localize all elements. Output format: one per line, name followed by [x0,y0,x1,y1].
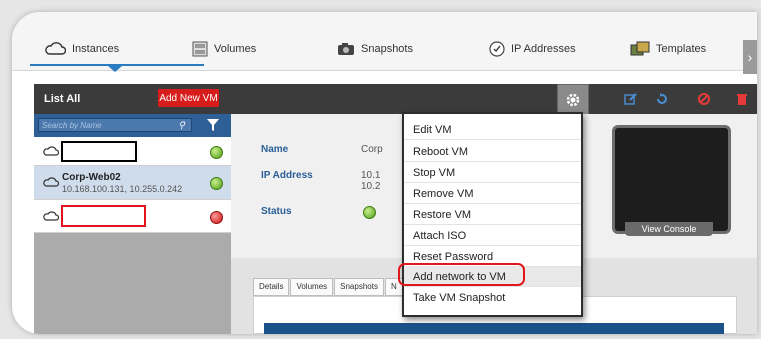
tab-templates[interactable]: Templates [630,40,706,58]
tab-volumes[interactable]: Volumes [192,40,256,58]
name-label: Name [261,144,289,155]
stop-button[interactable] [689,84,719,114]
menu-item-restore-vm[interactable]: Restore VM [404,205,581,225]
edit-icon [624,93,637,105]
tab-snapshots[interactable]: Snapshots [334,278,384,296]
chevron-right-icon: › [747,49,753,65]
search-icon[interactable]: ⚲ [178,120,185,131]
refresh-button[interactable] [647,84,677,114]
console-preview[interactable] [612,125,731,234]
vm-list-item[interactable] [34,137,231,166]
add-new-vm-button[interactable]: Add New VM [158,89,219,107]
trash-icon [737,94,747,105]
redacted-vm-name [61,141,137,162]
status-indicator-running [363,206,376,219]
ip-address-label: IP Address [261,170,313,181]
tab-instances[interactable]: Instances [44,40,119,58]
status-label: Status [261,206,292,217]
tab-label: Snapshots [361,43,413,55]
vm-list-panel: Search by Name ⚲ Corp-Web02 10.168.100.1… [34,114,241,334]
active-tab-caret [108,66,122,72]
menu-item-remove-vm[interactable]: Remove VM [404,184,581,204]
menu-item-stop-vm[interactable]: Stop VM [404,163,581,183]
tab-label: Volumes [214,43,257,55]
search-input[interactable]: Search by Name ⚲ [38,118,192,132]
edit-button[interactable] [616,84,646,114]
camera-icon [338,43,354,55]
app-window: Instances Volumes Snapshots IP Addresses… [12,12,757,334]
delete-button[interactable] [727,84,757,114]
cloud-icon [43,177,59,187]
tab-label: IP Addresses [511,43,576,55]
status-indicator-running [210,177,223,190]
status-indicator-stopped [210,211,223,224]
tab-scroll-right-button[interactable]: › [743,40,757,74]
status-indicator-running [210,146,223,159]
vm-name: Corp-Web02 [62,172,121,183]
toolbar: List All Add New VM [34,84,757,116]
search-row: Search by Name ⚲ [34,114,231,137]
cloud-icon [43,146,59,156]
tab-bar: Instances Volumes Snapshots IP Addresses… [12,12,757,74]
content-header-bar [264,323,724,334]
redacted-vm-name [61,205,146,227]
ip-address-value: 10.2 [361,181,381,192]
volume-icon [192,41,208,57]
stop-icon [698,93,710,105]
tab-details[interactable]: Details [253,278,290,296]
vm-ip: 10.168.100.131, 10.255.0.242 [62,184,183,194]
tab-snapshots[interactable]: Snapshots [337,40,413,58]
refresh-icon [657,93,667,104]
templates-icon [630,41,650,56]
vm-list-item[interactable] [34,200,231,233]
menu-item-edit-vm[interactable]: Edit VM [404,120,581,140]
tab-ip-addresses[interactable]: IP Addresses [489,40,576,58]
tab-label: Templates [656,43,707,55]
ip-address-value: 10.1 [361,170,381,181]
cloud-icon [43,211,59,221]
vm-list-item-selected[interactable]: Corp-Web02 10.168.100.131, 10.255.0.242 [34,166,241,200]
detail-tab-bar: Details Volumes Snapshots N [253,278,404,296]
menu-item-take-vm-snapshot[interactable]: Take VM Snapshot [404,288,581,308]
menu-item-reboot-vm[interactable]: Reboot VM [404,142,581,162]
search-placeholder: Search by Name [42,120,102,130]
tab-label: Instances [72,43,120,55]
gear-icon [566,93,580,107]
list-all-label[interactable]: List All [44,93,80,105]
highlight-annotation [398,263,525,286]
view-console-button[interactable]: View Console [625,222,713,236]
vm-actions-menu: Edit VM Reboot VM Stop VM Remove VM Rest… [402,112,583,317]
filter-icon[interactable] [206,118,220,132]
cloud-icon [45,42,66,55]
ip-address-icon [489,41,505,57]
menu-item-attach-iso[interactable]: Attach ISO [404,226,581,246]
name-value: Corp [361,144,383,155]
tab-volumes[interactable]: Volumes [290,278,334,296]
